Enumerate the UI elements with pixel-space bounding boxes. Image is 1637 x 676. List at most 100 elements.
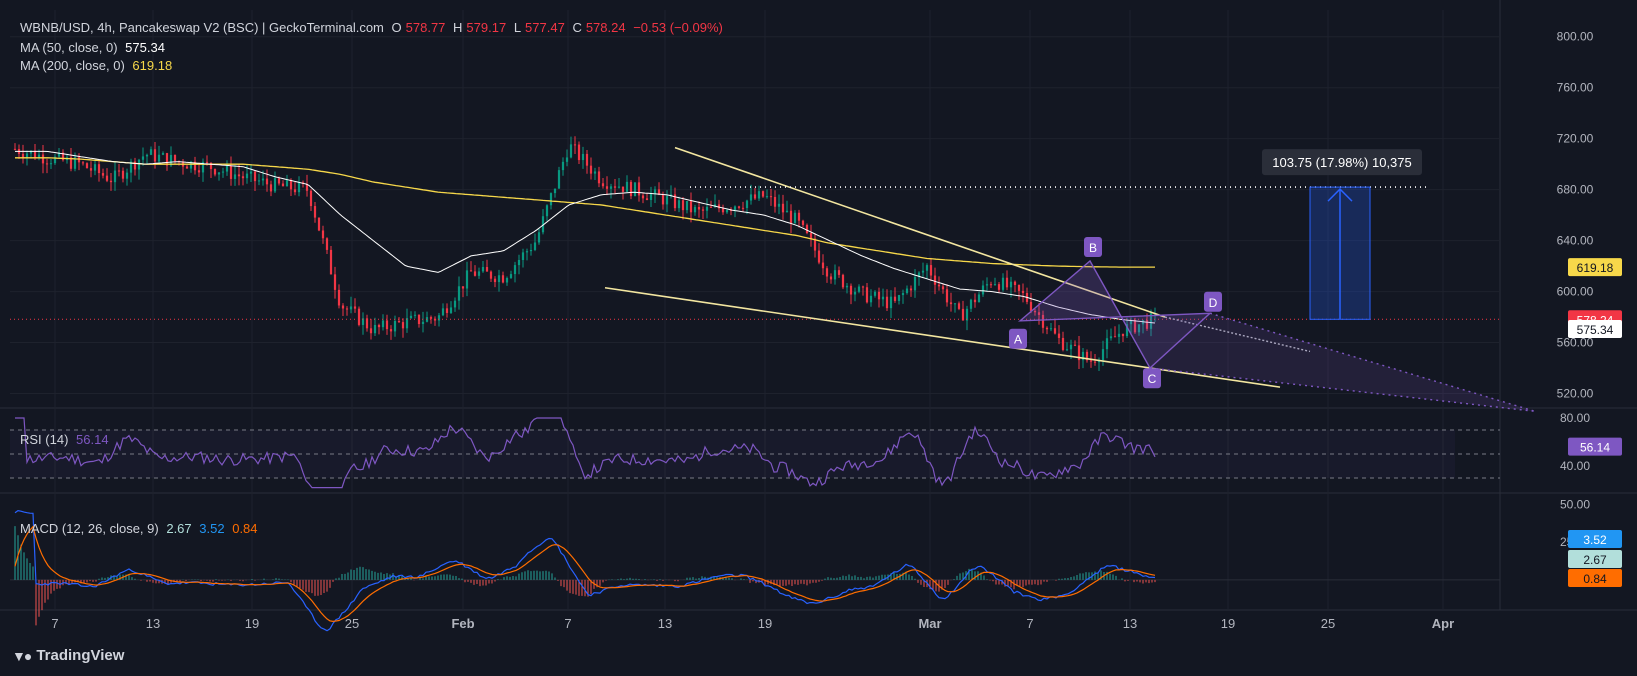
y-tick-label: 640.00 [1557, 234, 1594, 248]
candle-body [25, 153, 29, 158]
candle-body [1013, 281, 1017, 286]
candle-body [841, 274, 845, 288]
candle-body [493, 278, 497, 283]
candle-body [285, 180, 289, 187]
candle-body [1005, 277, 1009, 288]
candle-body [665, 196, 669, 205]
candle-body [365, 318, 369, 329]
candle-body [753, 194, 757, 199]
candle-body [389, 329, 393, 332]
projection-zone [1150, 313, 1535, 412]
candle-body [561, 161, 565, 171]
macd-legend: MACD (12, 26, close, 9) 2.67 3.52 0.84 [20, 520, 262, 538]
candle-body [233, 174, 237, 179]
high-value: 579.17 [466, 20, 507, 35]
candle-body [909, 288, 913, 291]
high-label: H [453, 20, 463, 35]
candle-body [589, 165, 593, 174]
point-label: C [1148, 372, 1157, 386]
candle-body [349, 306, 353, 310]
macd-label: MACD (12, 26, close, 9) [20, 521, 159, 536]
tradingview-label: TradingView [36, 647, 125, 664]
x-tick-label: Mar [918, 616, 941, 631]
candle-body [329, 249, 333, 275]
candle-body [313, 206, 317, 218]
candle-body [985, 284, 989, 286]
candle-body [697, 207, 701, 210]
candle-body [81, 162, 85, 164]
candle-body [401, 322, 405, 329]
candle-body [13, 148, 17, 150]
candle-body [617, 186, 621, 188]
candle-body [449, 307, 453, 313]
tradingview-logo[interactable]: ▼● TradingView [12, 647, 124, 664]
candle-body [1009, 281, 1013, 288]
candle-body [757, 191, 761, 199]
candle-body [341, 305, 345, 309]
candle-body [685, 201, 689, 211]
change-value: −0.53 (−0.09%) [633, 20, 723, 35]
candle-body [837, 270, 841, 275]
rsi-pane [10, 417, 1500, 489]
candle-body [21, 153, 25, 158]
candle-body [109, 180, 113, 183]
candle-body [225, 165, 229, 172]
ma200-tag: 619.18 [1577, 261, 1614, 275]
candle-body [469, 270, 473, 272]
candle-body [877, 291, 881, 300]
candle-body [385, 320, 389, 330]
candle-body [581, 153, 585, 161]
candle-body [741, 207, 745, 209]
candle-body [905, 288, 909, 294]
candle-body [353, 306, 357, 309]
candle-body [381, 320, 385, 328]
candle-body [929, 265, 933, 276]
candle-body [961, 308, 965, 321]
candle-body [277, 178, 281, 184]
candle-body [141, 156, 145, 160]
candle-body [333, 274, 337, 290]
candle-body [925, 265, 929, 271]
candle-body [649, 194, 653, 200]
candle-body [145, 154, 149, 157]
candle-body [633, 182, 637, 197]
candle-body [85, 163, 89, 169]
candle-body [613, 186, 617, 188]
candle-body [497, 275, 501, 283]
candle-body [517, 260, 521, 266]
x-tick-label: 7 [51, 616, 58, 631]
low-value: 577.47 [525, 20, 565, 35]
candle-body [585, 153, 589, 166]
candle-body [1045, 327, 1049, 330]
candle-body [369, 328, 373, 334]
candle-body [689, 201, 693, 213]
candle-body [257, 180, 261, 182]
symbol-label: WBNB/USD, 4h, Pancakeswap V2 (BSC) | Gec… [20, 20, 384, 35]
candle-body [245, 173, 249, 179]
candle-body [481, 267, 485, 272]
candle-body [457, 286, 461, 301]
ma200-legend: MA (200, close, 0) 619.18 [20, 57, 176, 75]
rsi-legend: RSI (14) 56.14 [20, 431, 113, 449]
candle-body [173, 154, 177, 162]
candle-body [889, 296, 893, 309]
candle-body [609, 186, 613, 189]
candle-body [745, 200, 749, 209]
candle-body [1073, 344, 1077, 346]
candle-body [833, 270, 837, 280]
x-tick-label: 19 [758, 616, 772, 631]
candle-body [529, 249, 533, 252]
candle-body [785, 210, 789, 213]
candle-body [901, 293, 905, 296]
candle-body [1121, 333, 1125, 337]
candle-body [861, 286, 865, 288]
x-tick-label: Apr [1432, 616, 1454, 631]
x-tick-label: 13 [1123, 616, 1137, 631]
candle-body [825, 268, 829, 277]
grid [0, 0, 1637, 611]
rsi-value: 56.14 [76, 432, 109, 447]
candle-body [793, 212, 797, 224]
y-tick-label: 600.00 [1557, 285, 1594, 299]
candle-body [873, 291, 877, 296]
chart-canvas[interactable]: ABCD103.75 (17.98%) 10,375 520.00560.006… [0, 0, 1637, 676]
